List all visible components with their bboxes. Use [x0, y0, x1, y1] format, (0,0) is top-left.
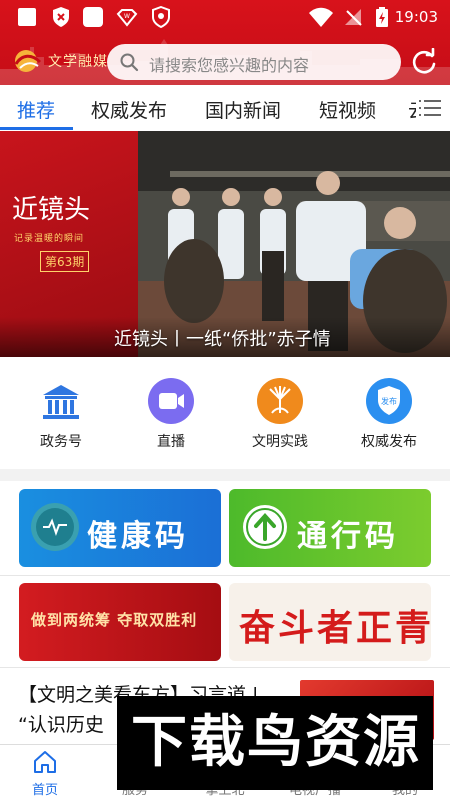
shield-app-icon: [152, 6, 170, 28]
search-icon: [120, 53, 139, 72]
card-divider: [0, 575, 450, 576]
headline-banner[interactable]: 近镜头 记录温暖的瞬间 第63期 近镜头丨一纸“侨批”赤子情: [0, 131, 450, 357]
tab-official-release[interactable]: 权威发布: [91, 96, 167, 123]
pass-code-card[interactable]: 通行码: [229, 489, 431, 567]
banner-brand: 近镜头: [12, 195, 91, 225]
refresh-icon[interactable]: [410, 48, 438, 76]
banner-issue-badge: 第63期: [40, 251, 90, 272]
tab-recommend[interactable]: 推荐: [17, 96, 55, 123]
square-icon: [83, 7, 103, 27]
wifi-icon: [309, 7, 333, 27]
quick-link-government[interactable]: 政务号: [16, 377, 106, 451]
svg-text:W: W: [124, 13, 130, 20]
search-placeholder: 请搜索您感兴趣的内容: [149, 56, 310, 75]
health-code-card[interactable]: 健康码: [19, 489, 221, 567]
status-bar: W 19:03: [0, 0, 450, 34]
app-header: W 19:03 文学融媒 请搜索您感兴趣的内容: [0, 0, 450, 85]
quick-link-civilization[interactable]: 文明实践: [235, 377, 325, 451]
government-building-icon: [43, 385, 79, 419]
logo-text: 文学融媒: [48, 54, 108, 70]
quick-links: 政务号 直播 文明实践 发布 权威发布: [0, 357, 450, 469]
pass-code-arrow-icon: [243, 505, 287, 549]
home-icon: [34, 751, 56, 773]
campaign-card-label: 奋斗者正青春: [239, 607, 431, 649]
health-code-icon: [31, 503, 79, 551]
square-icon: [18, 8, 36, 26]
banner-brand-subtitle: 记录温暖的瞬间: [14, 234, 85, 244]
nav-label: 首页: [31, 783, 58, 798]
watermark-text: 下载鸟资源: [131, 710, 421, 775]
official-release-shield-icon: 发布: [366, 378, 412, 424]
shield-x-icon: [53, 7, 69, 27]
logo-emblem-icon: [14, 50, 42, 72]
campaign-card-youth[interactable]: 奋斗者正青春: [229, 583, 431, 661]
app-badge-icon: W: [116, 9, 138, 27]
quick-link-label: 文明实践: [252, 434, 308, 450]
quick-link-official-release[interactable]: 发布 权威发布: [344, 377, 434, 451]
quick-link-label: 直播: [157, 434, 185, 450]
tab-short-video[interactable]: 短视频: [319, 96, 376, 123]
active-tab-indicator: [0, 127, 73, 130]
tab-overflow[interactable]: 云: [408, 96, 416, 123]
menu-icon[interactable]: [418, 97, 442, 119]
quick-link-label: 权威发布: [361, 434, 417, 450]
banner-caption[interactable]: 近镜头丨一纸“侨批”赤子情: [114, 325, 331, 351]
campaign-card-label: 做到两统筹 夺取双胜利: [31, 611, 198, 629]
campaign-card-two-coordination[interactable]: 做到两统筹 夺取双胜利: [19, 583, 221, 661]
quick-link-label: 政务号: [40, 434, 82, 450]
civilization-practice-icon: [257, 378, 303, 424]
quick-link-live[interactable]: 直播: [126, 377, 216, 451]
tab-domestic-news[interactable]: 国内新闻: [205, 96, 281, 123]
app-logo[interactable]: 文学融媒: [10, 48, 107, 74]
watermark-overlay: 下载鸟资源: [117, 696, 433, 790]
no-signal-icon: [345, 9, 362, 26]
live-video-icon: [148, 378, 194, 424]
search-input[interactable]: 请搜索您感兴趣的内容: [107, 44, 401, 80]
nav-home[interactable]: 首页: [0, 749, 90, 798]
battery-charging-icon: [376, 7, 388, 27]
status-time: 19:03: [394, 8, 438, 26]
official-release-badge: 发布: [381, 396, 397, 406]
health-code-label: 健康码: [87, 519, 189, 554]
pass-code-label: 通行码: [297, 519, 399, 554]
channel-tabs: 推荐 权威发布 国内新闻 短视频 云: [0, 85, 450, 132]
card-divider: [0, 667, 450, 668]
